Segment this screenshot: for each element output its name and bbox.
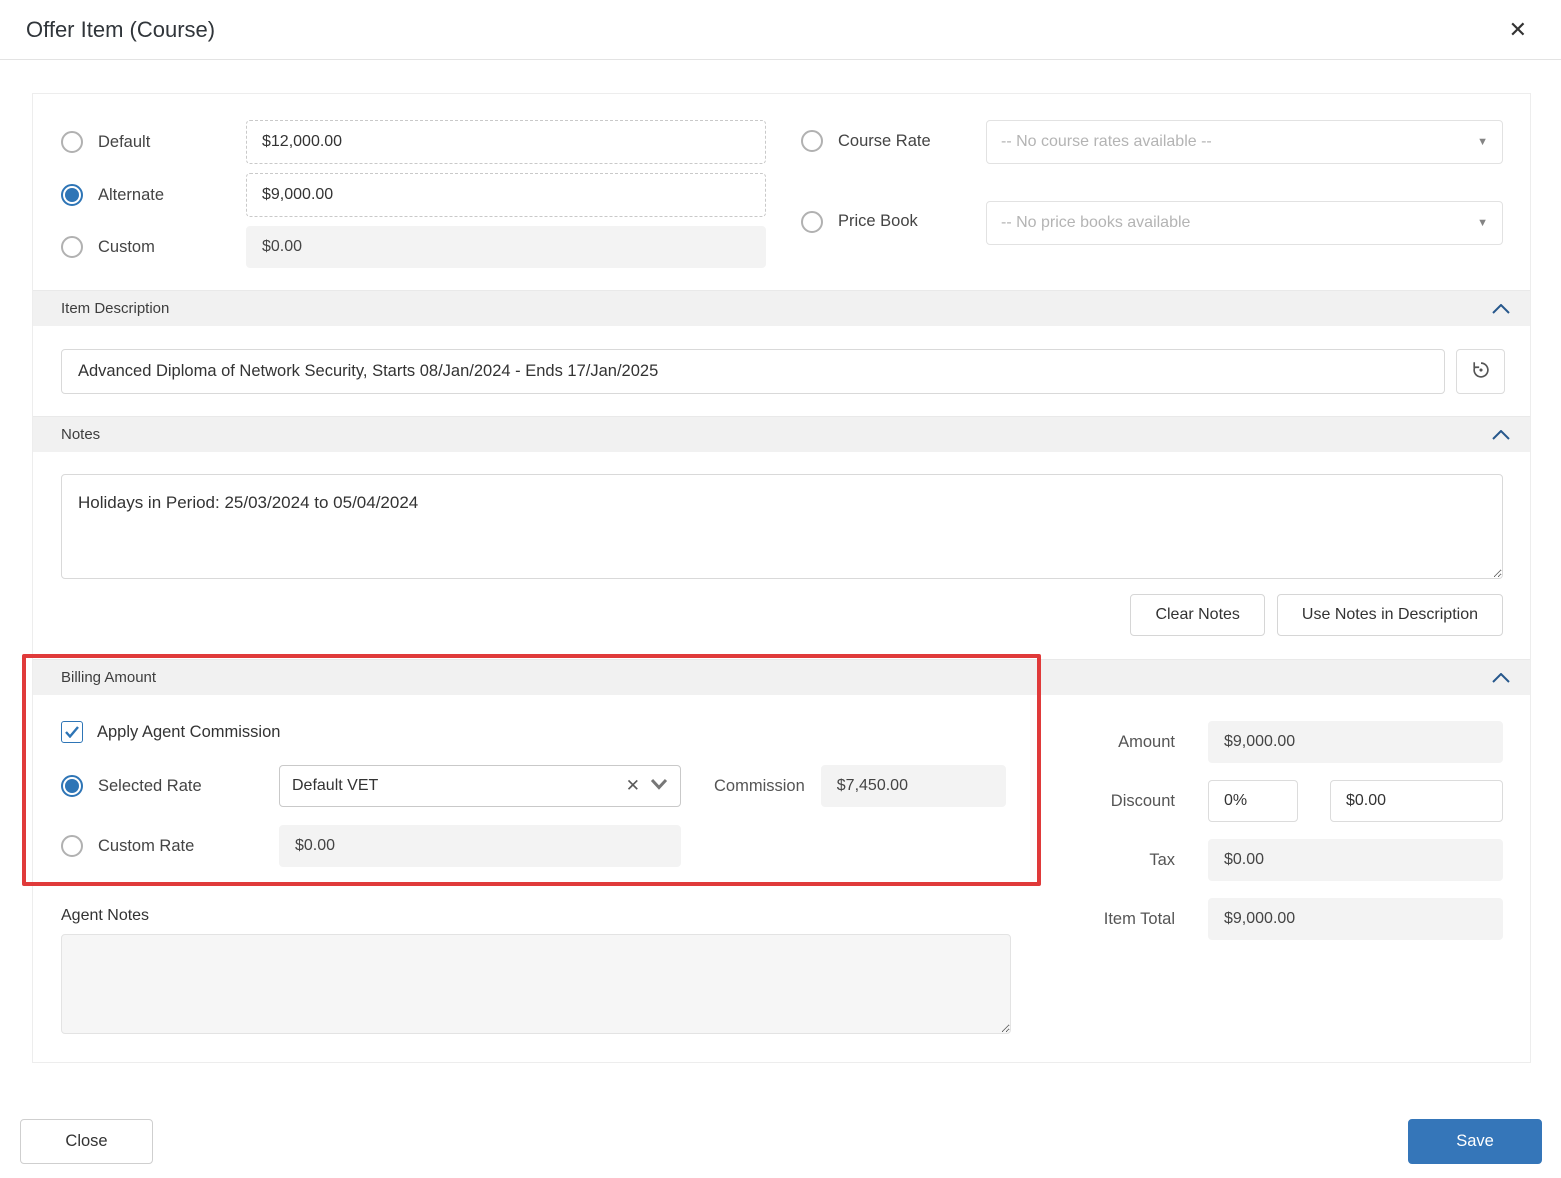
notes-title: Notes — [61, 426, 101, 443]
radio-course-rate-icon[interactable] — [801, 130, 823, 152]
agent-notes-section: Agent Notes — [61, 907, 1043, 1039]
close-icon[interactable]: ✕ — [1503, 15, 1533, 45]
save-button[interactable]: Save — [1408, 1119, 1542, 1164]
course-rate-select[interactable]: -- No course rates available -- ▼ — [986, 120, 1503, 164]
discount-cell — [1208, 780, 1503, 822]
radio-price-book-label: Price Book — [838, 212, 918, 230]
radio-course-rate-label: Course Rate — [838, 131, 931, 150]
radio-selected-rate[interactable]: Selected Rate — [61, 775, 279, 797]
collapse-chevron-icon[interactable] — [1492, 672, 1510, 683]
radio-price-book-icon[interactable] — [801, 210, 823, 233]
radio-custom-rate-icon[interactable] — [61, 835, 83, 857]
discount-percent-input[interactable] — [1208, 780, 1298, 822]
rate-grid: Selected Rate Default VET ✕ Commission $… — [61, 765, 1043, 867]
billing-body: Apply Agent Commission Selected Rate Def… — [33, 695, 1530, 1062]
collapse-chevron-icon[interactable] — [1492, 429, 1510, 440]
radio-alternate-icon[interactable] — [61, 184, 83, 206]
default-price-input[interactable] — [246, 120, 766, 164]
discount-amount-input[interactable] — [1330, 780, 1503, 822]
amount-label: Amount — [1118, 732, 1175, 751]
agent-notes-label: Agent Notes — [61, 907, 150, 924]
item-description-header: Item Description — [33, 290, 1530, 326]
commission-label: Commission — [714, 776, 805, 795]
price-book-select[interactable]: -- No price books available ▼ — [986, 200, 1503, 245]
item-description-title: Item Description — [61, 300, 170, 317]
dialog-footer: Close Save — [0, 1063, 1561, 1164]
radio-default[interactable]: Default — [61, 131, 246, 153]
pricing-section: Default Alternate Custom Course Rate -- … — [33, 94, 1530, 290]
radio-custom-label: Custom — [98, 237, 155, 256]
commission-group: Commission — [681, 765, 1043, 807]
totals-column: Amount Discount Tax Item Total — [1043, 695, 1530, 1062]
chevron-down-icon: ▼ — [1477, 136, 1488, 148]
page-title: Offer Item (Course) — [26, 16, 216, 42]
offer-item-panel: Default Alternate Custom Course Rate -- … — [32, 93, 1531, 1063]
tax-label: Tax — [1149, 850, 1175, 869]
tax-input — [1208, 839, 1503, 881]
item-description-input[interactable] — [61, 349, 1445, 394]
selected-rate-select[interactable]: Default VET ✕ — [279, 765, 681, 807]
radio-custom[interactable]: Custom — [61, 236, 246, 258]
radio-price-book[interactable]: Price Book — [801, 210, 986, 233]
dialog-header: Offer Item (Course) ✕ — [0, 0, 1561, 60]
notes-body: Holidays in Period: 25/03/2024 to 05/04/… — [33, 452, 1530, 659]
apply-agent-commission-label: Apply Agent Commission — [97, 722, 281, 741]
apply-agent-commission-row[interactable]: Apply Agent Commission — [61, 721, 1043, 743]
apply-agent-commission-checkbox[interactable] — [61, 721, 83, 743]
amount-input — [1208, 721, 1503, 763]
collapse-chevron-icon[interactable] — [1492, 303, 1510, 314]
clear-selection-icon[interactable]: ✕ — [626, 776, 640, 796]
item-description-body — [33, 326, 1530, 416]
radio-alternate[interactable]: Alternate — [61, 184, 246, 206]
restore-description-button[interactable] — [1456, 349, 1505, 394]
radio-default-icon[interactable] — [61, 131, 83, 153]
check-icon — [65, 726, 79, 738]
radio-custom-icon[interactable] — [61, 236, 83, 258]
billing-amount-title: Billing Amount — [61, 669, 157, 686]
radio-default-label: Default — [98, 132, 151, 151]
billing-amount-header: Billing Amount — [33, 659, 1530, 695]
course-rate-placeholder: -- No course rates available -- — [1001, 133, 1212, 150]
custom-rate-input — [279, 825, 681, 867]
discount-label: Discount — [1110, 791, 1175, 810]
price-book-placeholder: -- No price books available — [1001, 213, 1191, 231]
billing-left-column: Apply Agent Commission Selected Rate Def… — [33, 695, 1043, 1062]
rate-book-options: Course Rate -- No course rates available… — [801, 120, 1530, 268]
history-icon — [1470, 359, 1492, 384]
alternate-price-input[interactable] — [246, 173, 766, 217]
commission-input — [820, 765, 1006, 807]
clear-notes-button[interactable]: Clear Notes — [1130, 594, 1265, 636]
notes-header: Notes — [33, 416, 1530, 452]
use-notes-in-description-button[interactable]: Use Notes in Description — [1276, 594, 1503, 636]
item-total-input — [1208, 898, 1503, 940]
selected-rate-value: Default VET — [292, 777, 379, 794]
notes-textarea[interactable]: Holidays in Period: 25/03/2024 to 05/04/… — [61, 474, 1503, 579]
radio-alternate-label: Alternate — [98, 185, 165, 204]
chevron-down-icon[interactable] — [650, 777, 668, 795]
radio-custom-rate[interactable]: Custom Rate — [61, 835, 279, 857]
radio-selected-rate-label: Selected Rate — [98, 776, 202, 795]
price-options: Default Alternate Custom — [61, 120, 766, 268]
chevron-down-icon: ▼ — [1477, 216, 1488, 229]
notes-buttons: Clear Notes Use Notes in Description — [61, 594, 1503, 636]
close-button[interactable]: Close — [20, 1119, 153, 1164]
agent-notes-textarea[interactable] — [61, 934, 1011, 1034]
radio-selected-rate-icon[interactable] — [61, 775, 83, 797]
radio-custom-rate-label: Custom Rate — [98, 836, 195, 855]
custom-price-input — [246, 226, 766, 268]
radio-course-rate[interactable]: Course Rate — [801, 130, 986, 152]
item-total-label: Item Total — [1103, 909, 1175, 928]
